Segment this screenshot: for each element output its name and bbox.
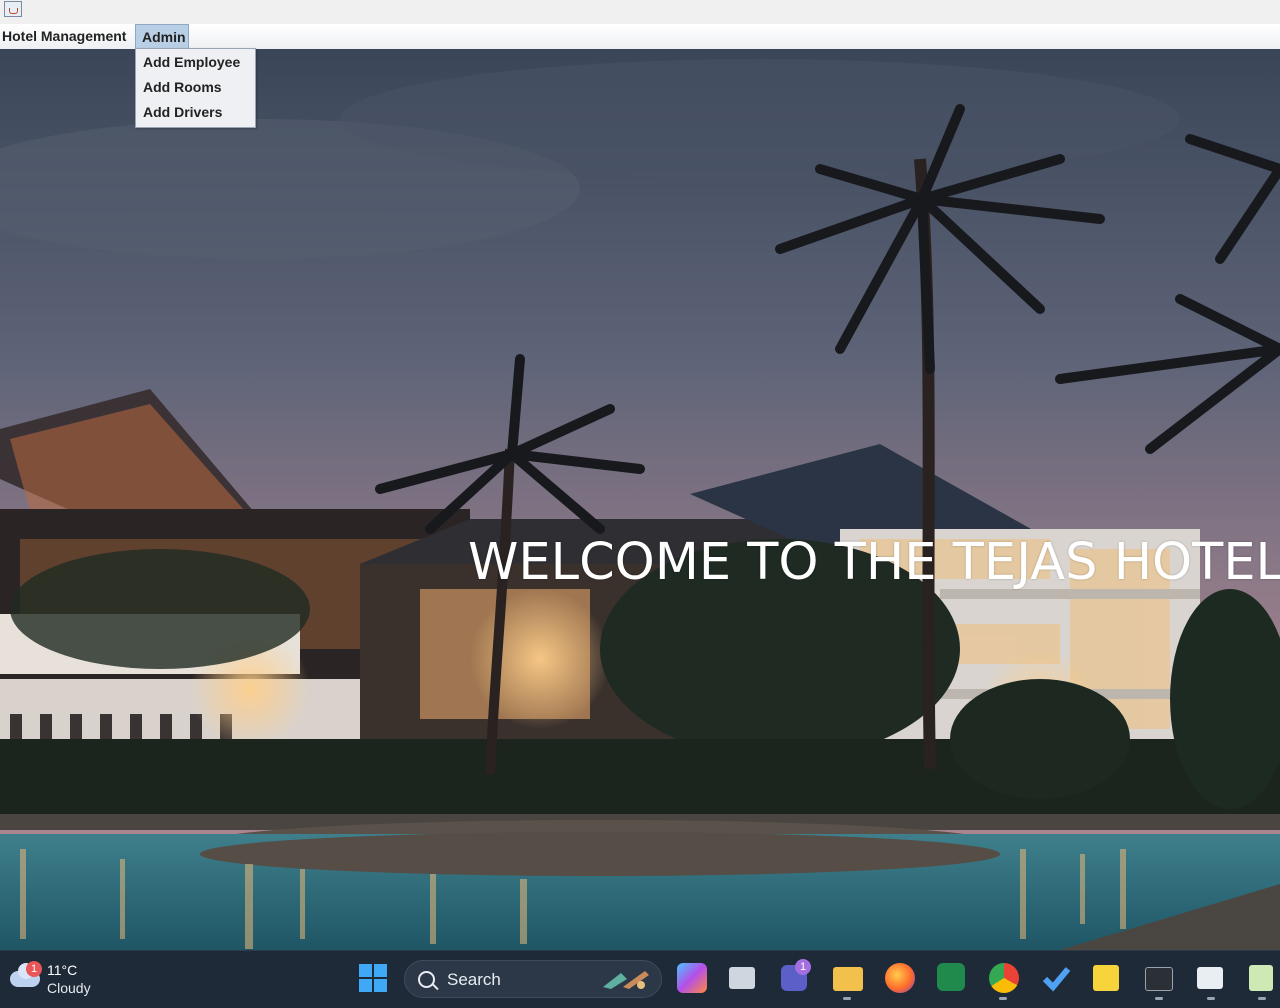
file-explorer-running-indicator xyxy=(843,997,851,1000)
menu-admin[interactable]: Admin xyxy=(135,24,189,49)
chrome-icon[interactable] xyxy=(989,963,1019,993)
teams-icon[interactable]: 1 xyxy=(781,959,811,991)
weather-widget[interactable]: 1 11°C Cloudy xyxy=(8,959,108,999)
terminal-icon[interactable] xyxy=(1145,967,1173,991)
todo-icon[interactable] xyxy=(1041,963,1071,993)
windows-logo-icon xyxy=(359,964,372,977)
admin-dropdown-menu: Add Employee Add Rooms Add Drivers xyxy=(135,48,256,128)
notepad-icon[interactable] xyxy=(1249,965,1273,991)
firefox-icon[interactable] xyxy=(885,963,915,993)
weather-condition: Cloudy xyxy=(47,980,91,996)
hotel-background-image: WELCOME TO THE TEJAS HOTEL xyxy=(0,49,1280,950)
sticky-notes-icon[interactable] xyxy=(1093,965,1119,991)
menu-item-add-drivers[interactable]: Add Drivers xyxy=(136,99,255,124)
hotel-scene-illustration xyxy=(0,49,1280,950)
window-icon[interactable] xyxy=(1197,967,1223,989)
menu-item-add-rooms[interactable]: Add Rooms xyxy=(136,74,255,99)
chrome-running-indicator xyxy=(999,997,1007,1000)
windows-taskbar: 1 11°C Cloudy Search 1 xyxy=(0,950,1280,1008)
taskbar-search-box[interactable]: Search xyxy=(404,960,662,998)
teams-notification-badge: 1 xyxy=(795,959,811,975)
menu-item-add-employee[interactable]: Add Employee xyxy=(136,49,255,74)
weather-notification-badge: 1 xyxy=(26,961,42,977)
file-explorer-icon[interactable] xyxy=(833,967,863,991)
start-button[interactable] xyxy=(359,964,387,992)
search-label: Search xyxy=(447,970,501,989)
weather-temperature: 11°C xyxy=(47,962,78,978)
welcome-heading: WELCOME TO THE TEJAS HOTEL xyxy=(468,533,1280,592)
window-title-bar xyxy=(0,0,1280,24)
copilot-icon[interactable] xyxy=(677,963,707,993)
menu-bar: Hotel Management Admin xyxy=(0,24,1280,50)
java-app-icon[interactable] xyxy=(4,1,22,17)
task-view-icon[interactable] xyxy=(729,967,755,989)
window-running-indicator xyxy=(1207,997,1215,1000)
notepad-running-indicator xyxy=(1258,997,1266,1000)
terminal-running-indicator xyxy=(1155,997,1163,1000)
menu-hotel-management[interactable]: Hotel Management xyxy=(0,24,134,49)
search-highlight-icon xyxy=(603,971,649,989)
search-icon xyxy=(418,971,435,988)
excel-icon[interactable] xyxy=(937,963,965,991)
